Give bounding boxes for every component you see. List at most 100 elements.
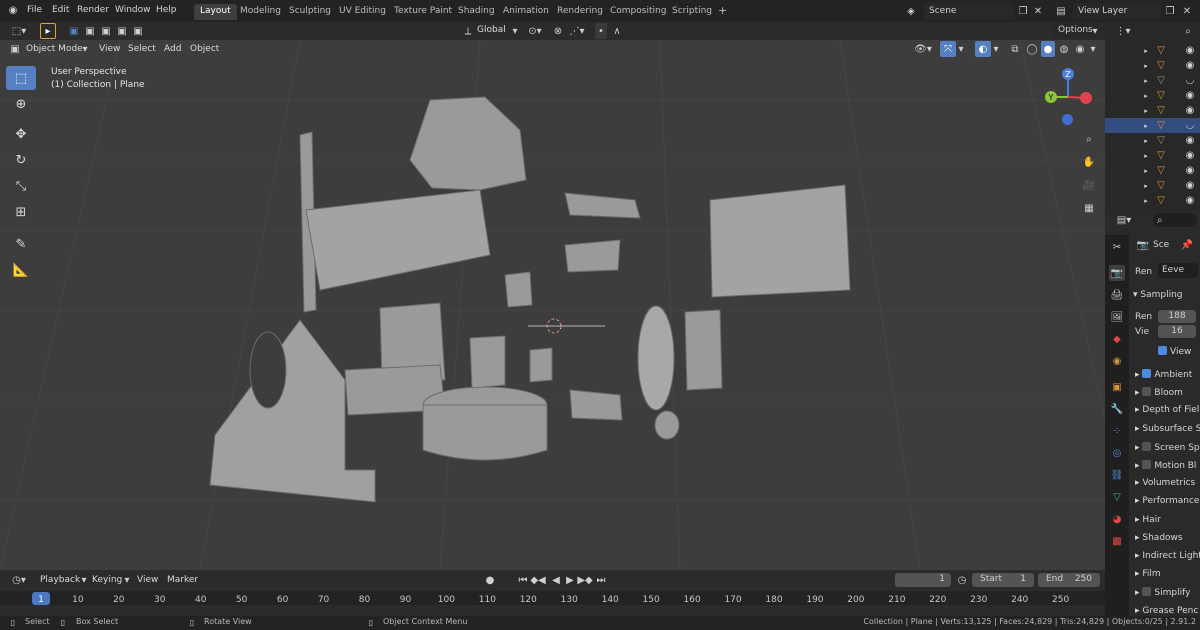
menu-edit[interactable]: Edit (52, 5, 69, 15)
current-frame-field[interactable]: 1 (895, 573, 951, 587)
orientation-chevron-icon[interactable]: ▾ (510, 23, 520, 39)
annotate-tool-icon[interactable]: ✎ (6, 232, 36, 256)
tab-modeling[interactable]: Modeling (234, 4, 287, 20)
select-mode-subtract-icon[interactable]: ▣ (99, 23, 113, 39)
scene-icon[interactable]: ◈ (902, 3, 920, 19)
preview-range-icon[interactable]: ◷ (956, 573, 968, 588)
expand-arrow-icon[interactable]: ▸ (1141, 44, 1151, 57)
playback-chevron-icon[interactable]: ▾ (80, 573, 88, 588)
physics-tab-icon[interactable]: ◎ (1109, 445, 1125, 461)
prev-keyframe-icon[interactable]: ◆◀ (530, 573, 545, 588)
outliner-row[interactable]: ▸ ▽ ◉ (1105, 178, 1200, 193)
checkbox-icon[interactable] (1142, 441, 1152, 451)
navigation-gizmo[interactable]: Z Y (1040, 68, 1100, 126)
gizmo-chevron-icon[interactable]: ▾ (957, 41, 965, 57)
new-scene-icon[interactable]: ❐ (1016, 3, 1030, 19)
panel-header[interactable]: ▸ Indirect Light (1135, 551, 1200, 561)
view-layer-icon[interactable]: ▤ (1052, 3, 1070, 19)
mode-chevron-icon[interactable]: ▾ (80, 42, 90, 56)
constraints-tab-icon[interactable]: ⛓ (1109, 467, 1125, 483)
tab-animation[interactable]: Animation (497, 4, 555, 20)
expand-arrow-icon[interactable]: ▸ (1141, 164, 1151, 177)
outliner-row[interactable]: ▸ ▽ ◉ (1105, 193, 1200, 208)
viewport-menu-add[interactable]: Add (164, 44, 181, 54)
playback-menu[interactable]: Playback (40, 575, 80, 585)
panel-header[interactable]: ▸ Motion Bl (1135, 460, 1196, 471)
select-mode-invert-icon[interactable]: ▣ (115, 23, 129, 39)
camera-view-icon[interactable]: 🎥 (1080, 176, 1098, 194)
output-tab-icon[interactable]: 🖨 (1109, 287, 1125, 303)
visibility-eye-icon[interactable]: ◉ (1183, 134, 1197, 147)
visibility-eye-icon[interactable]: ◡ (1183, 74, 1197, 87)
panel-header[interactable]: ▸ Shadows (1135, 533, 1183, 543)
3d-viewport[interactable]: Z Y ⌕ ✋ 🎥 ▦ User Perspective (1) Collect… (0, 40, 1105, 570)
viewport-samples-field[interactable]: 16 (1158, 325, 1196, 338)
visibility-eye-icon[interactable]: ◉ (1183, 164, 1197, 177)
expand-arrow-icon[interactable]: ▸ (1141, 119, 1151, 132)
panel-header[interactable]: ▸ Depth of Fiel (1135, 405, 1199, 415)
mode-dropdown[interactable]: Object Mode (26, 44, 83, 54)
move-tool-icon[interactable]: ✥ (6, 122, 36, 146)
world-tab-icon[interactable]: ◉ (1109, 353, 1125, 369)
cursor-tool-icon[interactable]: ⊕ (6, 92, 36, 116)
snap-target-icon[interactable]: ⋰▾ (567, 23, 587, 39)
measure-tool-icon[interactable]: 📐 (6, 258, 36, 282)
pin-icon[interactable]: 📌 (1180, 238, 1194, 252)
marker-menu[interactable]: Marker (167, 575, 198, 585)
gizmo-z-axis-negative[interactable] (1062, 114, 1073, 125)
keying-menu[interactable]: Keying (92, 575, 122, 585)
zoom-icon[interactable]: ⌕ (1080, 130, 1098, 148)
visibility-eye-icon[interactable]: ◉ (1183, 149, 1197, 162)
shading-rendered-icon[interactable]: ◉ (1073, 41, 1087, 57)
tab-uv-editing[interactable]: UV Editing (333, 4, 392, 20)
viewport-denoise-checkbox[interactable]: View (1158, 346, 1191, 357)
shading-wireframe-icon[interactable]: ◯ (1025, 41, 1039, 57)
scale-tool-icon[interactable]: ⤡ (6, 174, 36, 198)
panel-header[interactable]: ▸ Performance (1135, 496, 1199, 506)
select-mode-intersect-icon[interactable]: ▣ (131, 23, 145, 39)
delete-view-layer-icon[interactable]: ✕ (1180, 3, 1194, 19)
panel-header[interactable]: ▸ Bloom (1135, 387, 1183, 398)
falloff-icon[interactable]: ∧ (610, 23, 624, 39)
tool-tab-icon[interactable]: ✂ (1109, 239, 1125, 255)
overlays-toggle-icon[interactable]: ◐ (975, 41, 991, 57)
panel-header[interactable]: ▸ Ambient (1135, 369, 1192, 380)
modifier-tab-icon[interactable]: 🔧 (1109, 401, 1125, 417)
visibility-eye-icon[interactable]: ◉ (1183, 179, 1197, 192)
expand-arrow-icon[interactable]: ▸ (1141, 134, 1151, 147)
select-box-tool-icon[interactable]: ⬚ (6, 66, 36, 90)
record-icon[interactable]: ● (484, 573, 496, 588)
orientation-icon[interactable]: ⟂ (461, 23, 475, 39)
properties-search-icon[interactable]: ⌕ (1153, 213, 1197, 227)
menu-file[interactable]: File (27, 5, 42, 15)
checkbox-icon[interactable] (1142, 369, 1152, 378)
outliner-row[interactable]: ▸ ▽ ◉ (1105, 148, 1200, 163)
outliner-row[interactable]: ▸ ▽ ◉ (1105, 133, 1200, 148)
jump-end-icon[interactable]: ⏭ (595, 573, 607, 588)
tab-sculpting[interactable]: Sculpting (283, 4, 337, 20)
viewport-menu-select[interactable]: Select (128, 44, 156, 54)
expand-arrow-icon[interactable]: ▸ (1141, 59, 1151, 72)
visibility-icon[interactable]: 👁▾ (913, 41, 933, 57)
properties-editor-type-icon[interactable]: ▤▾ (1113, 213, 1135, 227)
panel-header[interactable]: ▸ Grease Penc (1135, 606, 1198, 616)
add-workspace-button[interactable]: + (712, 2, 733, 18)
play-icon[interactable]: ▶ (564, 573, 576, 588)
visibility-eye-icon[interactable]: ◉ (1183, 89, 1197, 102)
visibility-eye-icon[interactable]: ◉ (1183, 194, 1197, 207)
render-tab-icon[interactable]: 📷 (1109, 265, 1125, 281)
object-mode-icon[interactable]: ▣ (8, 42, 22, 56)
tab-texture-paint[interactable]: Texture Paint (388, 4, 458, 20)
start-frame-field[interactable]: Start 1 (972, 573, 1034, 587)
tab-shading[interactable]: Shading (452, 4, 501, 20)
select-mode-extend-icon[interactable]: ▣ (83, 23, 97, 39)
ortho-grid-icon[interactable]: ▦ (1080, 199, 1098, 217)
timeline-view-menu[interactable]: View (137, 575, 158, 585)
gizmo-x-axis-negative[interactable] (1080, 92, 1092, 104)
sampling-panel-header[interactable]: ▾ Sampling (1133, 290, 1183, 300)
select-tool-icon[interactable]: ▸ (40, 23, 56, 39)
visibility-eye-icon[interactable]: ◉ (1183, 44, 1197, 57)
outliner-row[interactable]: ▸ ▽ ◡ (1105, 73, 1200, 88)
pivot-icon[interactable]: ⊙▾ (526, 23, 544, 39)
tab-rendering[interactable]: Rendering (551, 4, 609, 20)
